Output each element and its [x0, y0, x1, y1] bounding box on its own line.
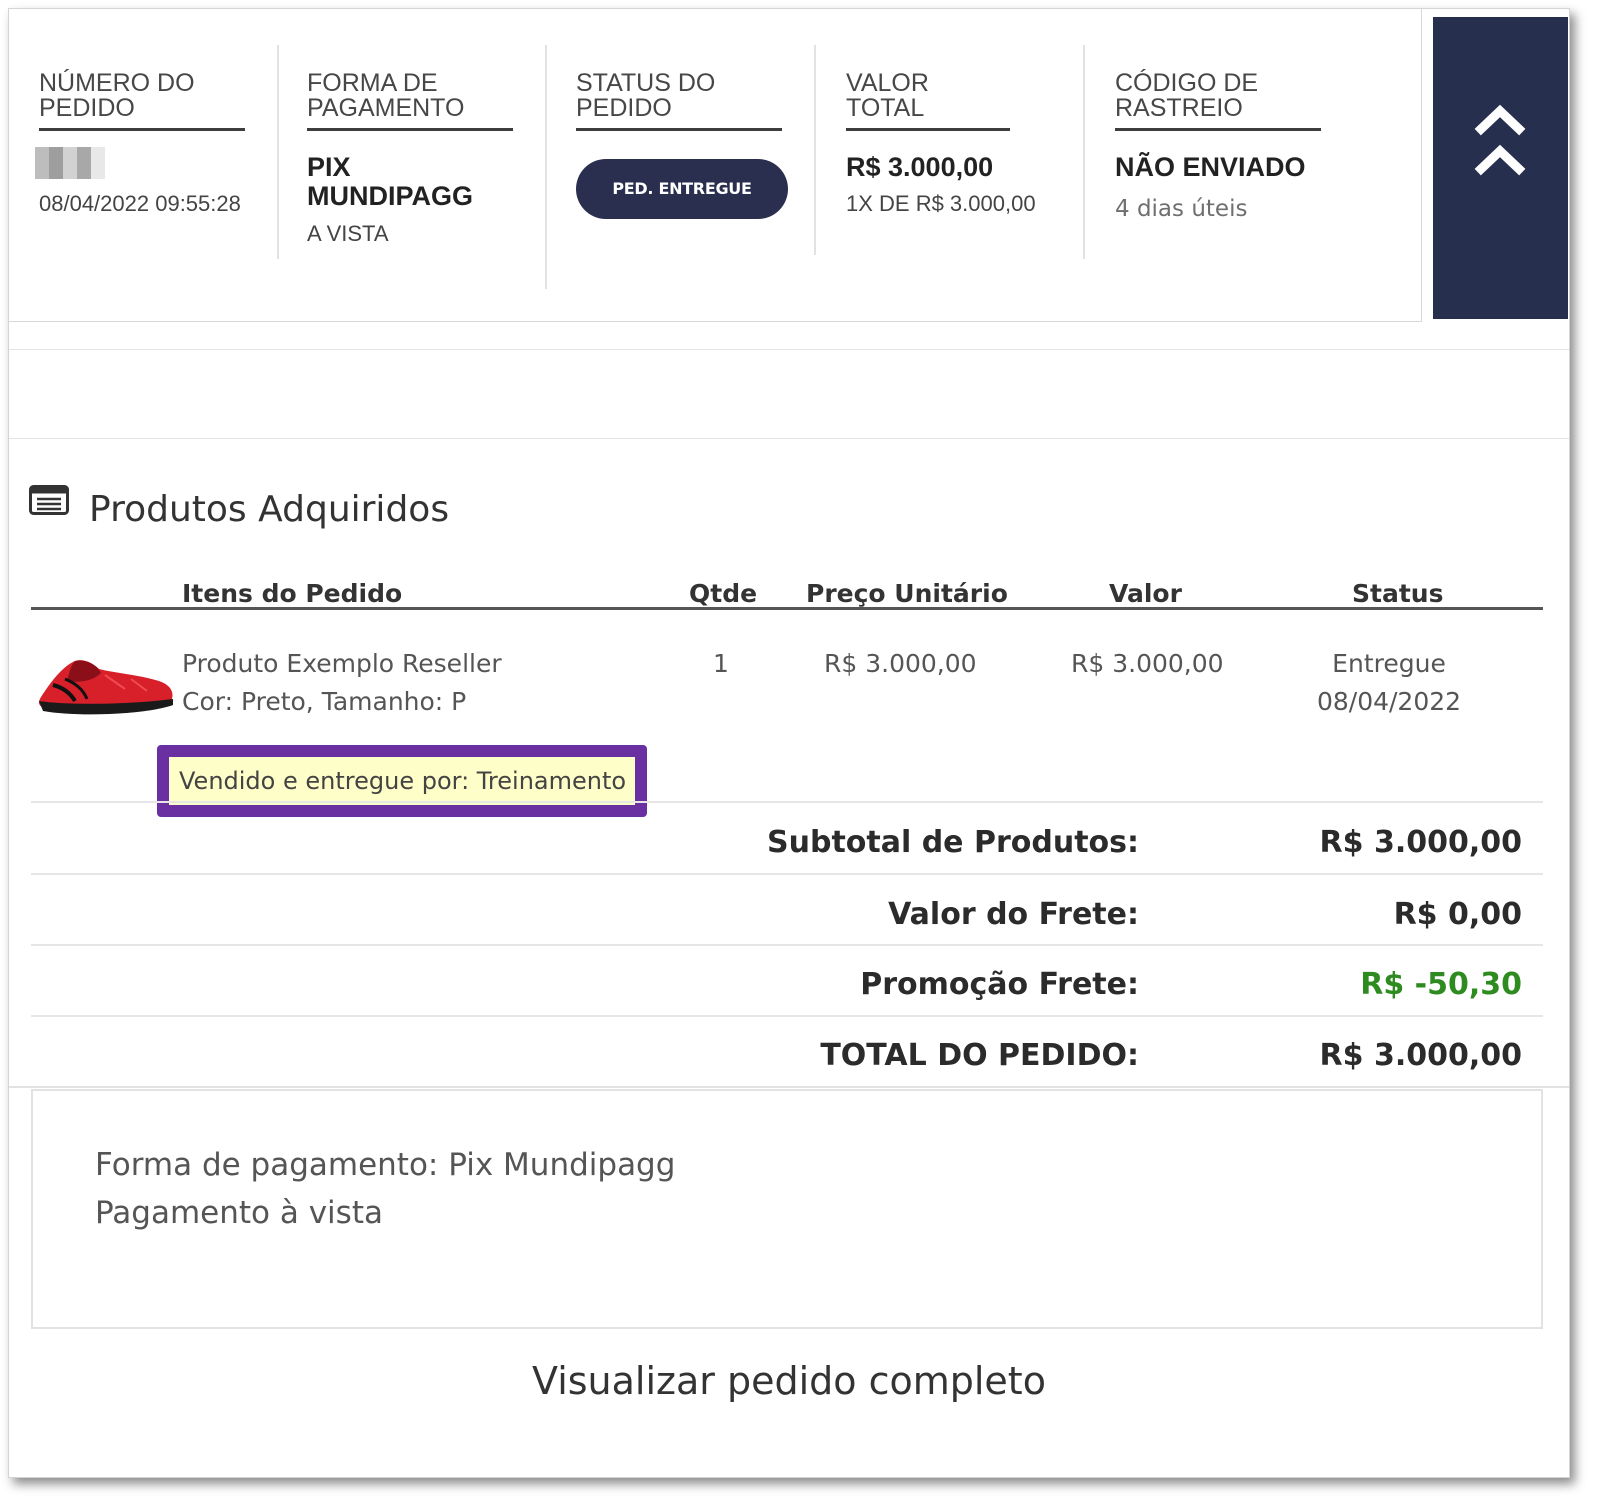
product-name[interactable]: Produto Exemplo Reseller	[182, 649, 502, 678]
table-header-divider	[31, 607, 1543, 610]
order-detail-panel: NÚMERO DO PEDIDO 08/04/2022 09:55:28 FOR…	[8, 8, 1570, 1478]
order-total-label: TOTAL DO PEDIDO:	[820, 1038, 1139, 1073]
section-divider	[9, 1086, 1569, 1088]
order-status-column: STATUS DO PEDIDO PED. ENTREGUE	[576, 71, 788, 219]
column-divider	[277, 45, 279, 259]
total-value: R$ 3.000,00	[846, 152, 994, 182]
column-divider	[814, 45, 816, 255]
product-status: Entregue	[1332, 649, 1446, 678]
subtotal-label: Subtotal de Produtos:	[767, 825, 1139, 860]
seller-info: Vendido e entregue por: Treinamento	[169, 757, 635, 805]
shipping-label: Valor do Frete:	[888, 897, 1139, 932]
product-thumbnail[interactable]	[35, 645, 177, 723]
row-divider	[31, 944, 1543, 946]
shipping-promo-value: R$ -50,30	[1360, 967, 1522, 1002]
double-chevron-up-icon	[1474, 104, 1526, 176]
status-badge: PED. ENTREGUE	[576, 159, 788, 219]
installments: 1X DE R$ 3.000,00	[846, 191, 1036, 216]
seller-highlight: Vendido e entregue por: Treinamento	[157, 745, 647, 817]
list-card-icon	[29, 485, 69, 515]
order-number-redacted	[35, 147, 105, 179]
payment-info-box: Forma de pagamento: Pix Mundipagg Pagame…	[31, 1089, 1543, 1329]
row-divider	[31, 801, 1543, 803]
row-divider	[31, 1015, 1543, 1017]
payment-method-line1: PIX	[307, 152, 351, 182]
subtotal-value: R$ 3.000,00	[1319, 825, 1522, 860]
total-value-column: VALOR TOTAL R$ 3.000,00 1X DE R$ 3.000,0…	[846, 71, 1036, 216]
order-number-label: NÚMERO DO PEDIDO	[39, 71, 245, 131]
column-divider	[1083, 45, 1085, 259]
payment-method-line2: MUNDIPAGG	[307, 181, 473, 211]
payment-info-method: Forma de pagamento: Pix Mundipagg	[95, 1147, 676, 1183]
products-section-title: Produtos Adquiridos	[89, 489, 450, 530]
tracking-label: CÓDIGO DE RASTREIO	[1115, 71, 1321, 131]
product-variant: Cor: Preto, Tamanho: P	[182, 687, 467, 716]
header-status: Status	[1352, 579, 1444, 608]
delivery-eta: 4 dias úteis	[1115, 196, 1248, 222]
product-status-date: 08/04/2022	[1316, 687, 1462, 716]
row-divider	[31, 873, 1543, 875]
payment-condition: A VISTA	[307, 221, 389, 246]
order-summary-card: NÚMERO DO PEDIDO 08/04/2022 09:55:28 FOR…	[9, 9, 1422, 322]
header-qty: Qtde	[689, 579, 758, 608]
tracking-column: CÓDIGO DE RASTREIO NÃO ENVIADO 4 dias út…	[1115, 71, 1321, 222]
shipping-value: R$ 0,00	[1393, 897, 1522, 932]
product-qty: 1	[713, 649, 729, 678]
column-divider	[545, 45, 547, 289]
order-number-column: NÚMERO DO PEDIDO 08/04/2022 09:55:28	[35, 71, 245, 216]
empty-section	[9, 349, 1569, 439]
payment-method-column: FORMA DE PAGAMENTO PIX MUNDIPAGG A VISTA	[307, 71, 513, 246]
total-value-label: VALOR TOTAL	[846, 71, 1010, 131]
product-unit-price: R$ 3.000,00	[824, 649, 977, 678]
tracking-value: NÃO ENVIADO	[1115, 152, 1306, 182]
header-value: Valor	[1109, 579, 1182, 608]
collapse-toggle-button[interactable]	[1433, 17, 1568, 319]
order-total-value: R$ 3.000,00	[1319, 1038, 1522, 1073]
payment-method-label: FORMA DE PAGAMENTO	[307, 71, 513, 131]
product-value: R$ 3.000,00	[1071, 649, 1224, 678]
payment-info-condition: Pagamento à vista	[95, 1195, 383, 1231]
order-datetime: 08/04/2022 09:55:28	[39, 191, 241, 216]
header-unit-price: Preço Unitário	[806, 579, 1008, 608]
shipping-promo-label: Promoção Frete:	[860, 967, 1139, 1002]
order-status-label: STATUS DO PEDIDO	[576, 71, 782, 131]
view-full-order-link[interactable]: Visualizar pedido completo	[9, 1359, 1569, 1403]
header-items: Itens do Pedido	[182, 579, 403, 608]
